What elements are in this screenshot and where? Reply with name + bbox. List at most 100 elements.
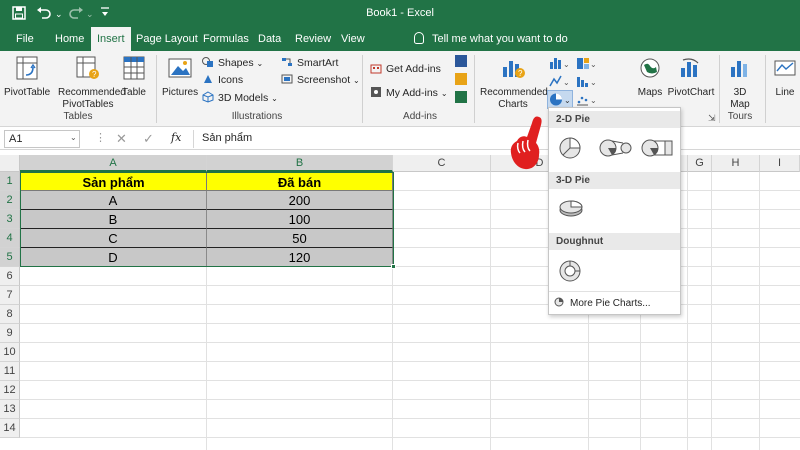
table-header-cell[interactable]: Sản phẩm: [20, 172, 207, 191]
recommended-charts-button[interactable]: ? Recommended Charts: [480, 55, 548, 111]
get-addins-button[interactable]: Get Add-ins: [370, 61, 441, 77]
table-cell[interactable]: A: [20, 191, 207, 210]
pivotchart-button[interactable]: PivotChart: [667, 55, 715, 99]
doughnut-option[interactable]: [557, 258, 583, 287]
column-header[interactable]: C: [393, 155, 491, 172]
doughnut-icon: [559, 260, 581, 282]
row-header[interactable]: 12: [0, 381, 20, 400]
row-header[interactable]: 13: [0, 400, 20, 419]
bar-of-pie-option[interactable]: [641, 137, 675, 162]
name-box[interactable]: A1: [4, 130, 80, 148]
column-chart-button[interactable]: ⌄: [549, 56, 571, 73]
pivottable-button[interactable]: PivotTable: [4, 55, 50, 99]
pictures-button[interactable]: Pictures: [162, 55, 198, 99]
people-graph-icon[interactable]: [455, 91, 467, 103]
tab-file[interactable]: File: [10, 27, 40, 51]
pie-option[interactable]: [557, 135, 583, 164]
formula-input[interactable]: Sản phẩm: [193, 130, 796, 148]
maps-button[interactable]: Maps: [635, 55, 665, 99]
row-header[interactable]: 3: [0, 210, 20, 229]
table-cell[interactable]: 50: [207, 229, 393, 248]
row-header[interactable]: 11: [0, 362, 20, 381]
column-chart-icon: ⌄: [550, 58, 570, 69]
statistic-chart-icon: ⌄: [577, 77, 597, 87]
row-header[interactable]: 10: [0, 343, 20, 362]
recommended-pivottables-button[interactable]: ? Recommended PivotTables: [58, 55, 126, 111]
table-cell[interactable]: B: [20, 210, 207, 229]
row-header[interactable]: 6: [0, 267, 20, 286]
3d-map-label-2: Map: [730, 99, 750, 110]
column-header[interactable]: I: [760, 155, 800, 172]
globe-icon: [640, 58, 660, 78]
bing-maps-icon[interactable]: [455, 73, 467, 85]
group-separator: [156, 55, 157, 123]
pie-icon: [559, 137, 581, 159]
3d-pie-option[interactable]: [557, 196, 585, 223]
table-cell[interactable]: D: [20, 248, 207, 267]
row-header[interactable]: 2: [0, 191, 20, 210]
tell-me-box[interactable]: Tell me what you want to do: [414, 27, 568, 51]
table-header-cell[interactable]: Đã bán: [206, 172, 393, 191]
line-sparkline-button[interactable]: Line: [771, 55, 799, 99]
bar-of-pie-icon: [641, 139, 673, 157]
line-chart-button[interactable]: ⌄: [549, 74, 571, 91]
3d-models-button[interactable]: 3D Models ⌄: [202, 90, 278, 106]
fill-handle[interactable]: [391, 264, 396, 269]
tab-page-layout[interactable]: Page Layout: [130, 27, 204, 51]
visio-icon[interactable]: [455, 55, 467, 67]
smartart-button[interactable]: SmartArt: [281, 55, 338, 71]
tab-home[interactable]: Home: [49, 27, 90, 51]
tab-insert[interactable]: Insert: [91, 27, 131, 52]
recommended-charts-icon: ?: [503, 61, 525, 78]
insert-function-icon[interactable]: fx: [171, 131, 181, 144]
group-separator: [474, 55, 475, 123]
gridline: [20, 304, 800, 305]
pivottable-label: PivotTable: [4, 87, 51, 98]
hierarchy-chart-icon: ⌄: [577, 58, 597, 69]
screenshot-button[interactable]: Screenshot ⌄: [281, 72, 360, 88]
my-addins-button[interactable]: My Add-ins ⌄: [370, 85, 448, 101]
pie-of-pie-option[interactable]: [599, 137, 633, 162]
name-box-dropdown-icon[interactable]: ⌄: [70, 133, 77, 142]
more-pie-charts-link[interactable]: More Pie Charts...: [554, 297, 651, 309]
row-header[interactable]: 5: [0, 248, 20, 267]
tab-formulas[interactable]: Formulas: [197, 27, 255, 51]
screenshot-icon: [281, 74, 293, 84]
enter-icon[interactable]: ✓: [143, 131, 154, 147]
tab-data[interactable]: Data: [252, 27, 287, 51]
tab-view[interactable]: View: [335, 27, 371, 51]
lightbulb-icon: [414, 32, 424, 44]
row-header[interactable]: 7: [0, 286, 20, 305]
hand-pointer-icon: [510, 116, 542, 170]
shapes-label: Shapes: [218, 57, 254, 69]
statistic-chart-button[interactable]: ⌄: [576, 74, 598, 91]
pivotchart-label: PivotChart: [667, 87, 715, 98]
table-cell[interactable]: 200: [207, 191, 393, 210]
hierarchy-chart-button[interactable]: ⌄: [576, 56, 598, 73]
row-header[interactable]: 8: [0, 305, 20, 324]
pie-chart-dropdown: 2-D Pie 3-D Pie Doughnut More Pie Charts…: [548, 107, 681, 315]
row-header[interactable]: 4: [0, 229, 20, 248]
row-header[interactable]: 9: [0, 324, 20, 343]
row-header[interactable]: 1: [0, 172, 20, 191]
column-header[interactable]: G: [688, 155, 712, 172]
column-header[interactable]: H: [712, 155, 760, 172]
table-button[interactable]: Table: [120, 55, 148, 99]
icons-button[interactable]: Icons: [202, 72, 243, 88]
dropdown-divider: [549, 291, 680, 292]
section-2d-pie: 2-D Pie: [549, 111, 680, 128]
more-pie-charts-label: More Pie Charts...: [570, 298, 651, 309]
chart-dialog-launcher-icon[interactable]: ⇲: [708, 113, 716, 124]
table-cell[interactable]: 100: [207, 210, 393, 229]
table-cell[interactable]: C: [20, 229, 207, 248]
row-header[interactable]: 14: [0, 419, 20, 438]
cancel-icon[interactable]: ✕: [116, 131, 127, 147]
tours-group-label: Tours: [727, 111, 753, 122]
table-cell[interactable]: 120: [207, 248, 393, 267]
column-header[interactable]: A: [20, 155, 207, 172]
select-all-corner[interactable]: [0, 155, 20, 172]
tab-review[interactable]: Review: [289, 27, 337, 51]
3d-map-button[interactable]: 3D Map: [725, 55, 755, 111]
shapes-button[interactable]: Shapes ⌄: [202, 55, 263, 71]
column-header[interactable]: B: [207, 155, 393, 172]
